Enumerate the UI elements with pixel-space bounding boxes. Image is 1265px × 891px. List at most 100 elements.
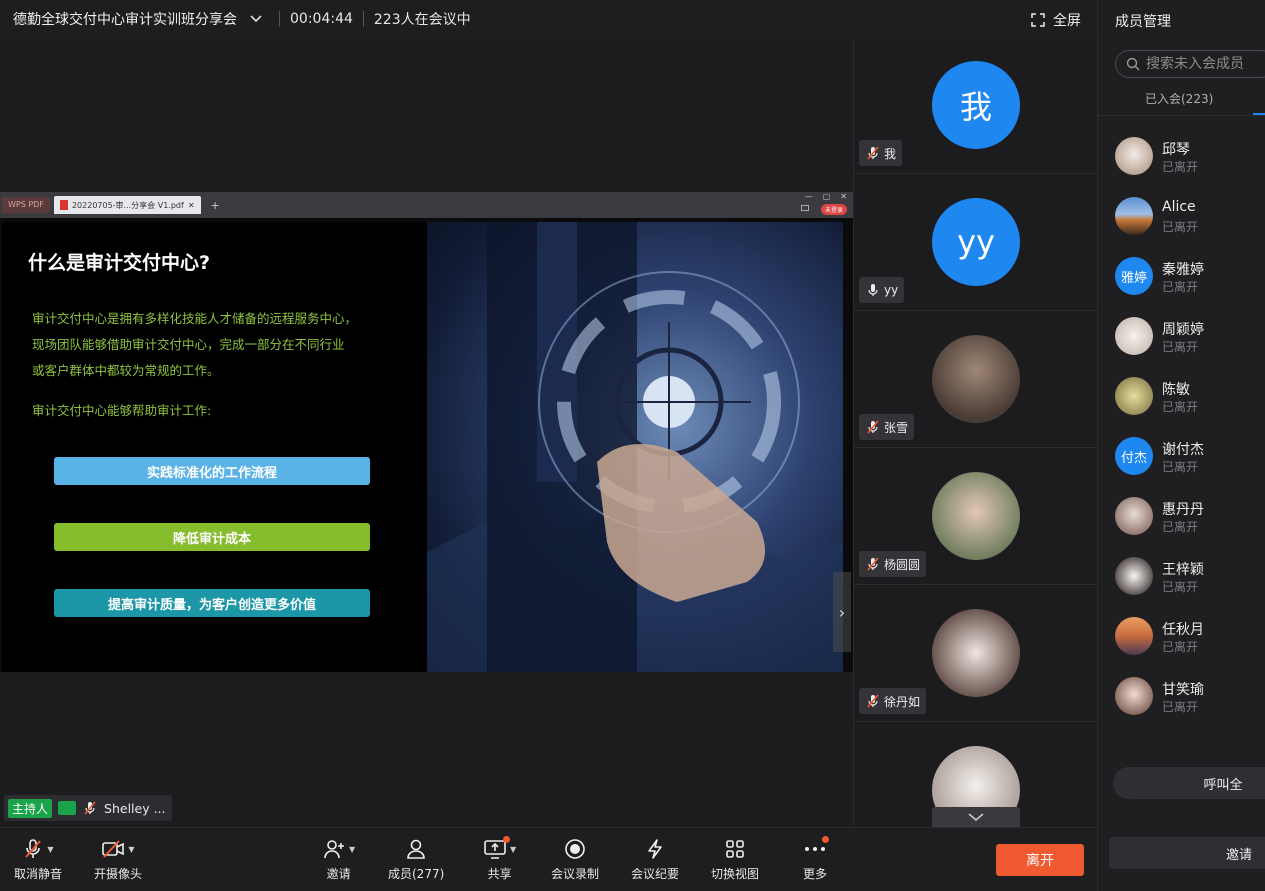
tile-name: 杨圆圆 xyxy=(884,557,921,572)
maximize-icon: ▢ xyxy=(822,192,831,201)
video-tile[interactable]: 徐丹如 xyxy=(854,586,1097,722)
camera-button[interactable]: ▼ 开摄像头 xyxy=(94,836,142,882)
slide-subheading: 审计交付中心能够帮助审计工作: xyxy=(32,403,212,418)
record-label: 会议录制 xyxy=(551,867,600,881)
member-name: 惠丹丹 xyxy=(1162,502,1204,518)
meeting-title[interactable]: 德勤全球交付中心审计实训班分享会 xyxy=(13,9,237,29)
minimize-icon: — xyxy=(804,192,813,201)
member-status: 已离开 xyxy=(1162,700,1199,714)
screen-record-icon xyxy=(801,205,809,211)
invite-button[interactable]: ▼ 邀请 xyxy=(322,836,355,882)
avatar xyxy=(1115,377,1153,415)
share-button[interactable]: ▼ 共享 xyxy=(483,836,516,882)
chevron-down-icon xyxy=(968,813,984,822)
avatar xyxy=(1115,317,1153,355)
switch-view-label: 切换视图 xyxy=(711,867,760,881)
list-item[interactable]: 王梓颖 已离开 xyxy=(1098,548,1265,608)
bottom-toolbar: ▼ 取消静音 ▼ 开摄像头 ▼ 邀请 成员(277) ▼ 共享 会议录制 会议纪… xyxy=(0,827,1097,891)
avatar xyxy=(932,609,1020,697)
mic-icon xyxy=(868,284,878,296)
pdf-tab-bar: WPS PDF 20220705-审...分享会 V1.pdf ✕ + — ▢ … xyxy=(0,192,853,218)
chevron-down-icon[interactable] xyxy=(247,10,265,28)
member-status: 已离开 xyxy=(1162,460,1199,474)
slide-paragraph-line: 审计交付中心是拥有多样化技能人才储备的远程服务中心， xyxy=(32,311,358,326)
more-label: 更多 xyxy=(803,867,828,881)
caret-down-icon[interactable]: ▼ xyxy=(349,845,355,854)
camera-label: 开摄像头 xyxy=(94,867,143,881)
member-list: 邱琴 已离开 Alice 已离开 雅婷 秦雅婷 已离开 周颖婷 已离开 陈敏 已… xyxy=(1098,128,1265,728)
list-item[interactable]: 周颖婷 已离开 xyxy=(1098,308,1265,368)
record-button[interactable]: 会议录制 xyxy=(551,836,599,882)
member-status: 已离开 xyxy=(1162,280,1199,294)
caret-down-icon[interactable]: ▼ xyxy=(510,845,516,854)
divider xyxy=(279,11,280,27)
members-button[interactable]: 成员(277) xyxy=(388,836,444,882)
new-tab-icon: + xyxy=(210,198,220,212)
unmute-label: 取消静音 xyxy=(14,867,63,881)
member-status: 已离开 xyxy=(1162,340,1199,354)
grid-view-icon xyxy=(726,840,744,858)
avatar xyxy=(1115,617,1153,655)
list-item[interactable]: 付杰 谢付杰 已离开 xyxy=(1098,428,1265,488)
slide-text-panel: 什么是审计交付中心? 审计交付中心是拥有多样化技能人才储备的远程服务中心， 现场… xyxy=(2,222,427,672)
tile-name-tag: 我 xyxy=(859,140,903,166)
minutes-button[interactable]: 会议纪要 xyxy=(631,836,679,882)
pdf-document-tab-label: 20220705-审...分享会 V1.pdf xyxy=(71,200,184,210)
caret-down-icon[interactable]: ▼ xyxy=(128,845,134,854)
next-slide-arrow[interactable]: › xyxy=(833,572,851,652)
member-search-box[interactable] xyxy=(1115,50,1265,78)
scroll-down-button[interactable] xyxy=(932,807,1020,827)
member-status: 已离开 xyxy=(1162,220,1199,234)
list-item[interactable]: 甘笑瑜 已离开 xyxy=(1098,668,1265,728)
tab-joined-members[interactable]: 已入会(223) xyxy=(1145,90,1213,107)
list-item[interactable]: 惠丹丹 已离开 xyxy=(1098,488,1265,548)
member-status: 已离开 xyxy=(1162,580,1199,594)
list-item[interactable]: 任秋月 已离开 xyxy=(1098,608,1265,668)
unmute-button[interactable]: ▼ 取消静音 xyxy=(14,836,62,882)
leave-meeting-button[interactable]: 离开 xyxy=(996,844,1084,876)
participant-count: 223人在会议中 xyxy=(373,12,471,28)
avatar: yy xyxy=(932,198,1020,286)
video-tile[interactable]: 张雪 xyxy=(854,312,1097,448)
wps-pdf-tab: WPS PDF xyxy=(2,197,50,213)
tile-name: yy xyxy=(884,283,899,297)
search-icon xyxy=(1126,57,1140,71)
caret-down-icon[interactable]: ▼ xyxy=(47,845,53,854)
switch-view-button[interactable]: 切换视图 xyxy=(711,836,759,882)
close-icon: ✕ xyxy=(187,200,195,210)
tile-name: 张雪 xyxy=(884,420,909,435)
call-all-button[interactable]: 呼叫全 xyxy=(1113,767,1265,799)
camera-off-icon xyxy=(102,840,125,858)
invite-member-button[interactable]: 邀请 xyxy=(1109,837,1265,869)
list-item[interactable]: 邱琴 已离开 xyxy=(1098,128,1265,188)
tile-name: 我 xyxy=(884,146,897,161)
video-tile[interactable]: 我 我 xyxy=(854,38,1097,174)
tile-name: 徐丹如 xyxy=(884,694,921,709)
video-tile[interactable]: yy yy xyxy=(854,175,1097,311)
shared-screen-area: WPS PDF 20220705-审...分享会 V1.pdf ✕ + — ▢ … xyxy=(0,38,853,827)
meeting-duration: 00:04:44 xyxy=(290,11,353,27)
lightning-icon xyxy=(648,839,662,859)
record-icon xyxy=(565,839,585,859)
members-label: 成员(277) xyxy=(388,867,445,881)
list-item[interactable]: 雅婷 秦雅婷 已离开 xyxy=(1098,248,1265,308)
mic-off-icon xyxy=(867,557,879,571)
list-item[interactable]: 陈敏 已离开 xyxy=(1098,368,1265,428)
presentation-slide: 什么是审计交付中心? 审计交付中心是拥有多样化技能人才储备的远程服务中心， 现场… xyxy=(2,222,843,672)
more-button[interactable]: 更多 xyxy=(803,836,829,882)
avatar xyxy=(932,472,1020,560)
host-name-tag: 主持人 Shelley ... xyxy=(4,795,172,821)
list-item[interactable]: Alice 已离开 xyxy=(1098,188,1265,248)
top-bar: 德勤全球交付中心审计实训班分享会 00:04:44 223人在会议中 全屏 xyxy=(0,0,1097,38)
avatar xyxy=(1115,137,1153,175)
divider xyxy=(1098,115,1265,116)
member-name: 甘笑瑜 xyxy=(1162,682,1204,698)
fullscreen-button[interactable]: 全屏 xyxy=(1031,10,1081,30)
slide-paragraph-line: 现场团队能够借助审计交付中心，完成一部分在不同行业 xyxy=(32,337,345,352)
member-search-input[interactable] xyxy=(1146,56,1265,72)
tile-name-tag: yy xyxy=(859,277,905,303)
pdf-document-tab: 20220705-审...分享会 V1.pdf ✕ xyxy=(53,196,201,214)
member-status: 已离开 xyxy=(1162,520,1199,534)
video-tile[interactable]: 杨圆圆 xyxy=(854,449,1097,585)
slide-benefit-pill: 实践标准化的工作流程 xyxy=(54,457,370,485)
